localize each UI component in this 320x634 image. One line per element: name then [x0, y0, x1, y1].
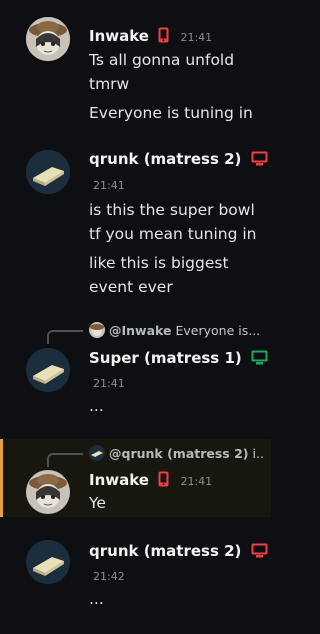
- reply-author[interactable]: @Inwake: [109, 323, 172, 338]
- avatar[interactable]: [26, 540, 70, 584]
- timestamp: 21:41: [93, 377, 125, 390]
- message-text: tmrw: [89, 75, 130, 93]
- message-text: like this is biggest: [89, 254, 229, 272]
- monitor-icon: [251, 350, 268, 369]
- avatar: [89, 322, 105, 338]
- author-name[interactable]: Super (matress 1): [89, 349, 268, 369]
- message-text: event ever: [89, 278, 173, 296]
- phone-icon: [158, 27, 169, 47]
- avatar[interactable]: [26, 348, 70, 392]
- monitor-icon: [251, 151, 268, 170]
- reply-preview[interactable]: @qrunk (matress 2) i...: [89, 445, 265, 461]
- message-text: ...: [89, 397, 104, 415]
- message-text: ...: [89, 590, 104, 608]
- author-name[interactable]: qrunk (matress 2): [89, 150, 268, 170]
- avatar[interactable]: [26, 470, 70, 514]
- reply-author[interactable]: @qrunk (matress 2): [109, 446, 249, 461]
- message-text: tf you mean tuning in: [89, 225, 257, 243]
- reply-connector: [47, 330, 83, 344]
- message-text: is this the super bowl: [89, 201, 255, 219]
- reply-connector: [47, 453, 83, 467]
- author-name[interactable]: Inwake 21:41: [89, 27, 212, 47]
- author-name[interactable]: Inwake 21:41: [89, 471, 212, 491]
- phone-icon: [158, 471, 169, 491]
- avatar[interactable]: [26, 17, 70, 61]
- reply-preview[interactable]: @Inwake Everyone is...: [89, 322, 265, 338]
- message-text: Everyone is tuning in: [89, 104, 253, 122]
- timestamp: 21:42: [93, 570, 125, 583]
- reply-text: Everyone is...: [175, 323, 261, 338]
- author-name[interactable]: qrunk (matress 2): [89, 542, 268, 562]
- avatar[interactable]: [26, 150, 70, 194]
- timestamp: 21:41: [180, 31, 213, 44]
- monitor-icon: [251, 543, 268, 562]
- avatar: [89, 445, 105, 461]
- timestamp: 21:41: [93, 179, 125, 192]
- message-text: Ye: [89, 494, 106, 512]
- timestamp: 21:41: [180, 475, 213, 488]
- reply-text: i...: [252, 446, 266, 461]
- message-text: Ts all gonna unfold: [89, 51, 235, 69]
